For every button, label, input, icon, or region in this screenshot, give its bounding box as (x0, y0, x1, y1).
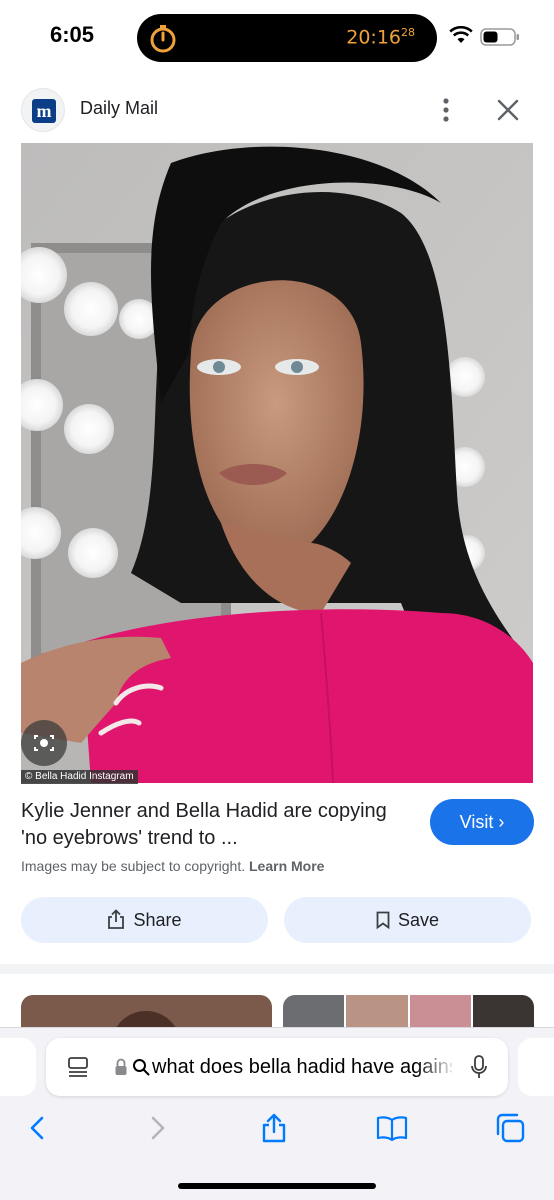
save-label: Save (397, 910, 440, 930)
lock-icon (115, 1058, 127, 1075)
tab-overview-icon[interactable] (66, 1055, 90, 1079)
forward-icon[interactable] (141, 1112, 173, 1144)
image-credit: © Bella Hadid Instagram (21, 770, 138, 784)
previous-tab-preview[interactable] (0, 1038, 36, 1096)
copyright-notice: Images may be subject to copyright. Lear… (21, 858, 325, 874)
visit-button[interactable]: Visit › (430, 799, 534, 845)
camera-search-icon (34, 735, 54, 751)
bookmarks-icon[interactable] (376, 1112, 408, 1144)
result-image[interactable] (21, 143, 533, 783)
battery-icon (480, 28, 519, 46)
island-timer: 20:1628 (346, 26, 415, 49)
status-time: 6:05 (50, 22, 95, 47)
address-bar[interactable]: what does bella hadid have against (46, 1038, 508, 1096)
home-indicator[interactable] (178, 1183, 376, 1189)
more-vertical-icon[interactable] (436, 95, 456, 125)
source-name[interactable]: Daily Mail (80, 98, 158, 119)
wifi-icon (449, 26, 473, 43)
share-icon (108, 909, 125, 929)
dynamic-island[interactable]: 20:1628 (137, 14, 437, 62)
share-button[interactable]: Share (21, 897, 268, 943)
share-icon[interactable] (258, 1112, 290, 1144)
close-icon[interactable] (495, 97, 521, 123)
save-button[interactable]: Save (284, 897, 531, 943)
microphone-icon[interactable] (470, 1054, 488, 1080)
learn-more-link[interactable]: Learn More (249, 858, 324, 874)
search-query[interactable]: what does bella hadid have against (152, 1055, 452, 1079)
status-bar: 6:05 20:1628 (0, 0, 554, 76)
back-icon[interactable] (22, 1112, 54, 1144)
result-title[interactable]: Kylie Jenner and Bella Hadid are copying… (21, 798, 401, 852)
section-divider (0, 964, 554, 974)
source-logo[interactable]: m (21, 88, 65, 132)
next-tab-preview[interactable] (518, 1038, 554, 1096)
portrait-photo (21, 143, 533, 783)
source-header: m Daily Mail (0, 80, 554, 140)
timer-icon (150, 25, 176, 53)
search-icon (133, 1059, 150, 1076)
bookmark-icon (376, 911, 390, 930)
lens-button[interactable] (21, 720, 67, 766)
share-label: Share (133, 910, 182, 930)
tabs-icon[interactable] (494, 1112, 526, 1144)
